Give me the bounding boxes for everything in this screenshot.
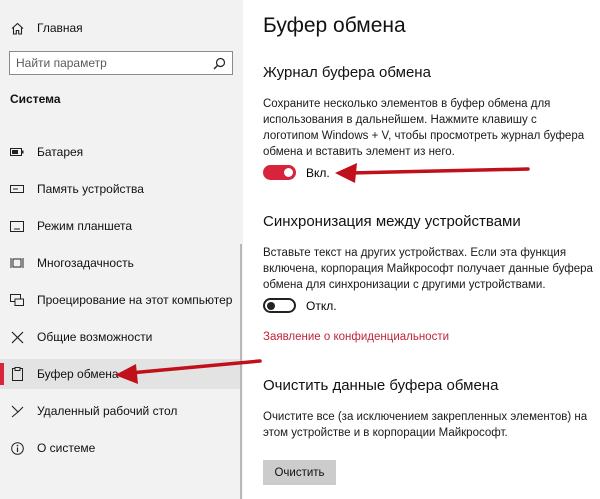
history-description: Сохраните несколько элементов в буфер об… <box>263 98 585 158</box>
search-box <box>9 51 233 75</box>
sidebar-item-label: Проецирование на этот компьютер <box>37 293 233 307</box>
sync-heading: Синхронизация между устройствами <box>263 213 521 230</box>
sidebar-item-label: О системе <box>37 441 96 455</box>
history-toggle-state: Вкл. <box>306 165 330 180</box>
sidebar: Главная Система Батарея Память устройств… <box>0 0 243 499</box>
tablet-mode-icon <box>10 219 24 233</box>
projecting-icon <box>10 293 24 307</box>
sidebar-item-label: Батарея <box>37 145 84 159</box>
clear-heading: Очистить данные буфера обмена <box>263 377 499 394</box>
clear-button[interactable]: Очистить <box>263 460 336 485</box>
sidebar-item-about[interactable]: О системе <box>0 433 240 463</box>
sync-toggle[interactable] <box>263 298 296 313</box>
sidebar-item-storage[interactable]: Память устройства <box>0 174 240 204</box>
section-label: Система <box>10 92 61 106</box>
sidebar-item-tablet-mode[interactable]: Режим планшета <box>0 211 240 241</box>
history-toggle[interactable] <box>263 165 296 180</box>
sidebar-item-label: Многозадачность <box>37 256 134 270</box>
sidebar-item-projecting[interactable]: Проецирование на этот компьютер <box>0 285 240 315</box>
sidebar-item-clipboard[interactable]: Буфер обмена <box>0 359 240 389</box>
sidebar-scrollbar[interactable] <box>240 244 242 499</box>
home-link[interactable]: Главная <box>10 18 83 38</box>
battery-icon <box>10 145 24 159</box>
main-content: Буфер обмена Журнал буфера обмена Сохран… <box>243 0 600 499</box>
search-icon[interactable] <box>212 56 226 70</box>
sync-description: Вставьте текст на других устройствах. Ес… <box>263 247 593 291</box>
sidebar-item-label: Общие возможности <box>37 330 153 344</box>
shared-experiences-icon <box>10 330 24 344</box>
sidebar-item-label: Буфер обмена <box>37 367 119 381</box>
clipboard-icon <box>10 367 24 381</box>
home-label: Главная <box>37 21 83 35</box>
sidebar-item-label: Память устройства <box>37 182 144 196</box>
multitasking-icon <box>10 256 24 270</box>
sync-toggle-state: Откл. <box>306 298 337 313</box>
privacy-link[interactable]: Заявление о конфиденциальности <box>263 331 449 343</box>
search-input[interactable] <box>16 56 212 70</box>
history-heading: Журнал буфера обмена <box>263 64 431 81</box>
sidebar-item-label: Режим планшета <box>37 219 133 233</box>
storage-icon <box>10 182 24 196</box>
remote-desktop-icon <box>10 404 24 418</box>
sync-toggle-row: Откл. <box>263 298 337 313</box>
history-toggle-row: Вкл. <box>263 165 330 180</box>
sidebar-item-multitasking[interactable]: Многозадачность <box>0 248 240 278</box>
home-icon <box>10 21 24 35</box>
sidebar-item-shared-experiences[interactable]: Общие возможности <box>0 322 240 352</box>
page-title: Буфер обмена <box>263 14 406 37</box>
sidebar-item-remote-desktop[interactable]: Удаленный рабочий стол <box>0 396 240 426</box>
info-icon <box>10 441 24 455</box>
sidebar-item-label: Удаленный рабочий стол <box>37 404 178 418</box>
sidebar-item-battery[interactable]: Батарея <box>0 137 240 167</box>
clear-description: Очистите все (за исключением закрепленны… <box>263 411 588 439</box>
